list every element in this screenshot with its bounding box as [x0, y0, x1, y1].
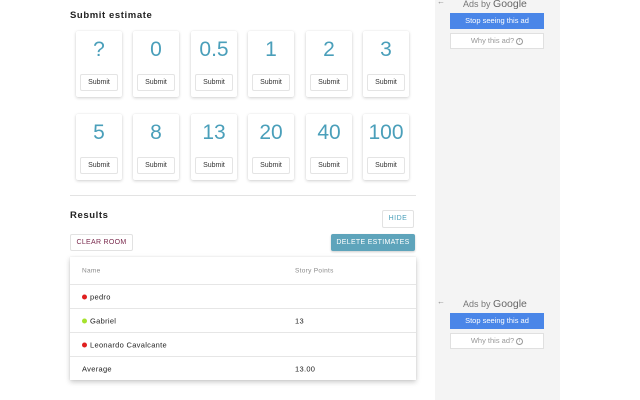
info-icon: i [516, 337, 524, 345]
card-value: ? [93, 38, 105, 61]
clear-room-button[interactable]: CLEAR ROOM [70, 234, 133, 251]
ads-by-label: Ads by Google [463, 298, 527, 310]
info-icon: i [516, 37, 524, 45]
submit-button[interactable]: Submit [310, 157, 348, 174]
estimate-card: 100 Submit [363, 114, 409, 180]
submit-button[interactable]: Submit [137, 157, 175, 174]
estimate-card: 3 Submit [363, 31, 409, 97]
submit-button[interactable]: Submit [367, 74, 405, 91]
main-content: Submit estimate ? Submit 0 Submit 0.5 Su… [70, 0, 416, 400]
table-row: Gabriel 13 [70, 309, 416, 333]
table-header: Name Story Points [70, 257, 416, 285]
participant-name: pedro [90, 292, 111, 301]
status-dot-icon [82, 318, 87, 323]
participant-cell: Leonardo Cavalcante [82, 340, 167, 349]
ads-by-text: Ads by [463, 299, 491, 309]
section-divider [70, 195, 416, 196]
hide-button[interactable]: HIDE [382, 210, 414, 228]
back-arrow-icon[interactable]: ← [437, 297, 445, 306]
why-this-ad-label: Why this ad? [470, 336, 515, 345]
ad-sidebar: ← Ads by Google Stop seeing this ad Why … [435, 0, 560, 400]
results-table: Name Story Points pedro Gabriel 13 Leona… [70, 257, 416, 380]
estimate-card: 2 Submit [306, 31, 352, 97]
average-value: 13.00 [295, 364, 316, 374]
submit-button[interactable]: Submit [195, 157, 233, 174]
status-dot-icon [82, 294, 87, 299]
estimate-card: 40 Submit [306, 114, 352, 180]
card-value: 2 [323, 38, 335, 61]
card-value: 8 [150, 121, 162, 144]
submit-button[interactable]: Submit [137, 74, 175, 91]
ads-by-text: Ads by [463, 0, 491, 9]
participant-cell: Gabriel [82, 316, 116, 325]
submit-button[interactable]: Submit [80, 157, 118, 174]
table-row: Leonardo Cavalcante [70, 333, 416, 357]
estimate-card: 0 Submit [133, 31, 179, 97]
submit-button[interactable]: Submit [310, 74, 348, 91]
table-row: pedro [70, 285, 416, 309]
estimate-card: 0.5 Submit [191, 31, 237, 97]
participant-name: Leonardo Cavalcante [90, 340, 168, 349]
submit-estimate-title: Submit estimate [70, 10, 153, 21]
results-title: Results [70, 210, 109, 221]
table-row-average: Average 13.00 [70, 357, 416, 381]
status-dot-icon [82, 342, 87, 347]
estimate-card: 13 Submit [191, 114, 237, 180]
column-header-points: Story Points [295, 267, 334, 274]
card-value: 3 [380, 38, 392, 61]
ads-brand: Google [493, 0, 527, 10]
estimate-card: 1 Submit [248, 31, 294, 97]
submit-button[interactable]: Submit [80, 74, 118, 91]
card-value: 20 [259, 121, 283, 144]
average-label: Average [82, 364, 112, 374]
why-this-ad-button[interactable]: Why this ad? i [450, 33, 544, 49]
stop-seeing-ad-button[interactable]: Stop seeing this ad [450, 313, 544, 329]
estimate-card: 20 Submit [248, 114, 294, 180]
delete-estimates-button[interactable]: DELETE ESTIMATES [331, 234, 415, 251]
why-this-ad-label: Why this ad? [470, 36, 515, 45]
card-value: 1 [265, 38, 277, 61]
submit-button[interactable]: Submit [367, 157, 405, 174]
card-value: 0 [150, 38, 162, 61]
submit-button[interactable]: Submit [195, 74, 233, 91]
submit-button[interactable]: Submit [252, 157, 290, 174]
card-value: 100 [368, 121, 404, 144]
card-value: 13 [202, 121, 226, 144]
estimate-card: ? Submit [76, 31, 122, 97]
participant-cell: pedro [82, 292, 111, 301]
participant-points: 13 [295, 316, 304, 325]
ads-brand: Google [493, 298, 527, 310]
back-arrow-icon[interactable]: ← [437, 0, 445, 6]
estimate-card: 8 Submit [133, 114, 179, 180]
card-value: 40 [317, 121, 341, 144]
estimate-card: 5 Submit [76, 114, 122, 180]
why-this-ad-button[interactable]: Why this ad? i [450, 333, 544, 349]
submit-button[interactable]: Submit [252, 74, 290, 91]
column-header-name: Name [82, 267, 101, 274]
ads-by-label: Ads by Google [463, 0, 527, 10]
participant-name: Gabriel [90, 316, 117, 325]
card-value: 5 [93, 121, 105, 144]
stop-seeing-ad-button[interactable]: Stop seeing this ad [450, 13, 544, 29]
card-value: 0.5 [199, 38, 229, 61]
